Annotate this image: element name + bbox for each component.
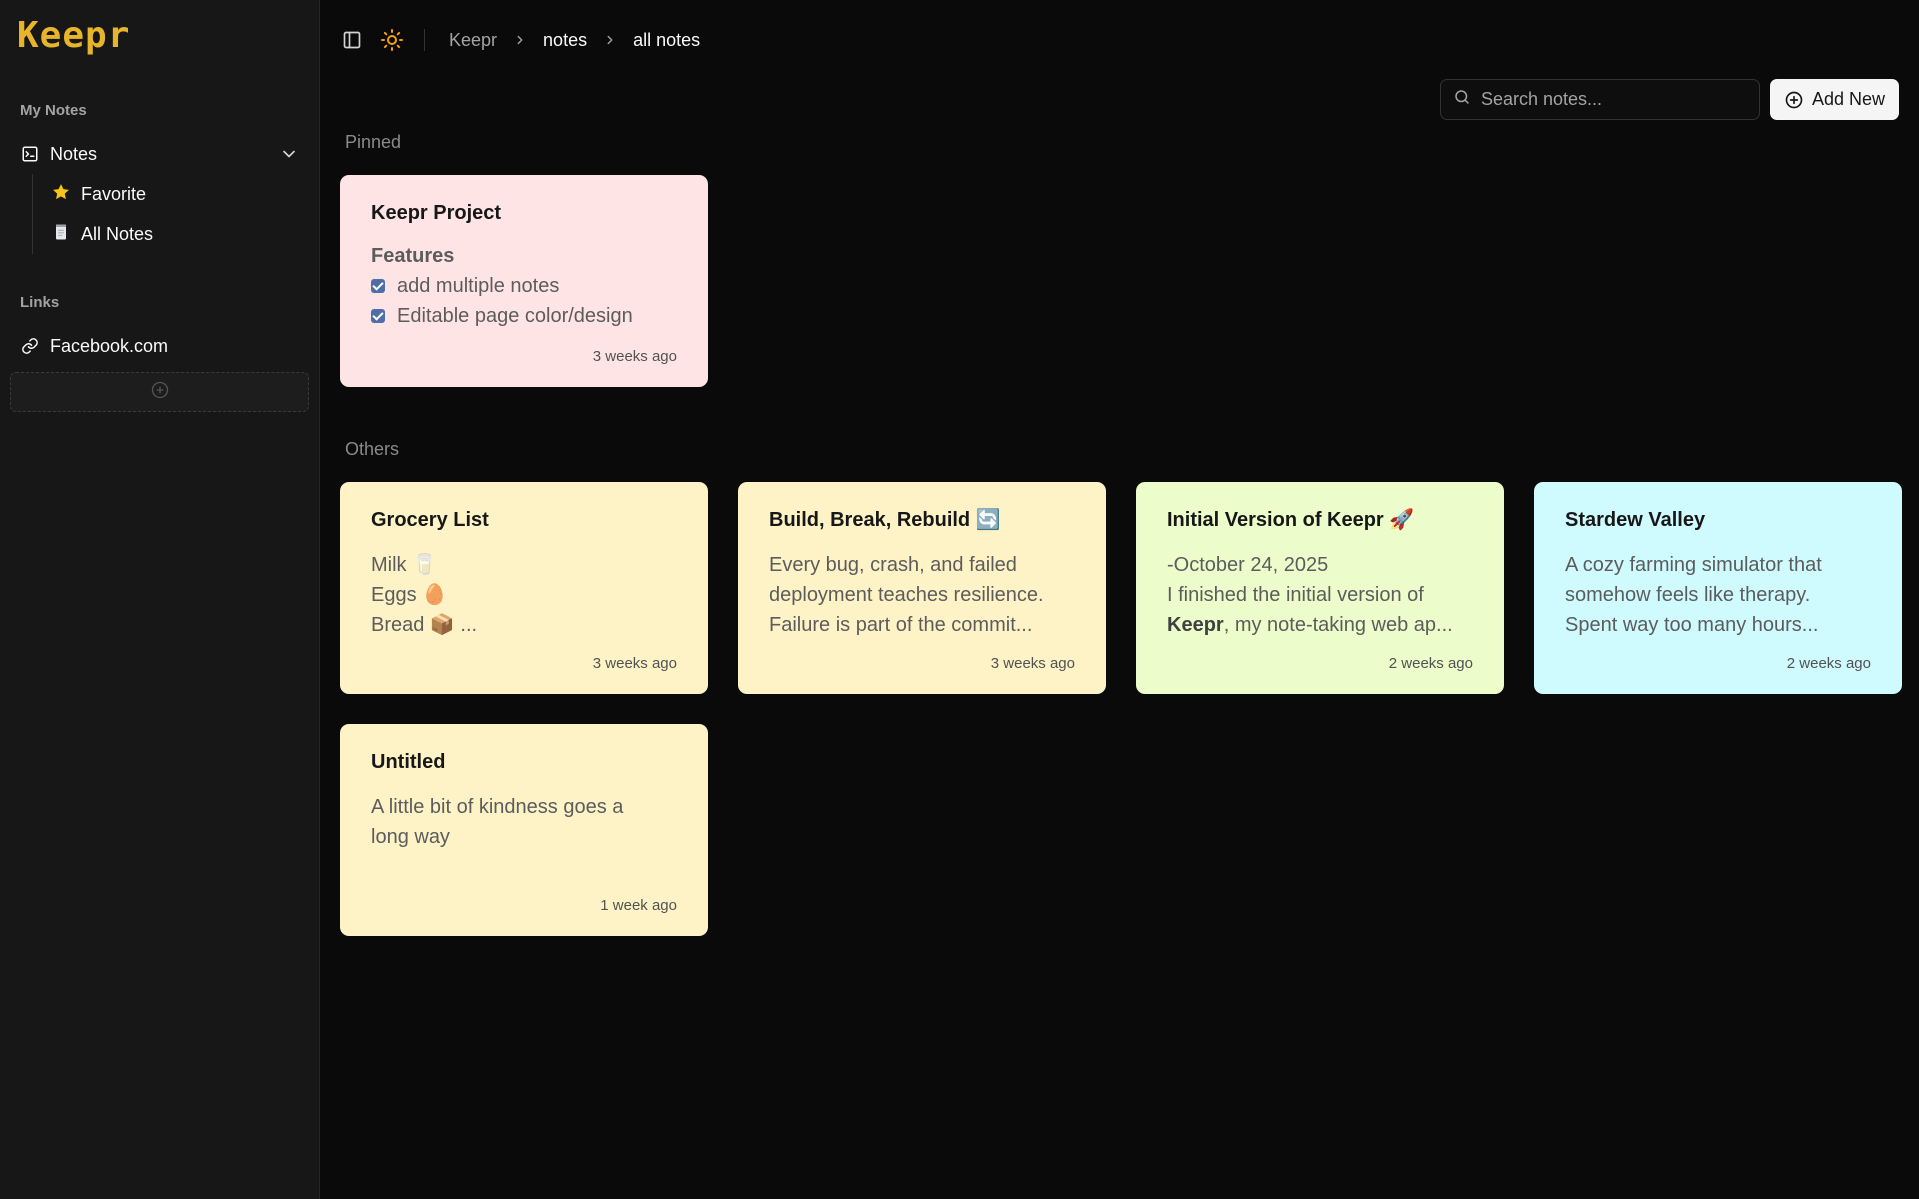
sidebar-toggle-icon[interactable] xyxy=(340,28,364,52)
note-line: Spent way too many hours... xyxy=(1565,614,1819,636)
note-line: Milk 🥛 xyxy=(371,554,438,576)
chevron-right-icon xyxy=(603,33,617,47)
note-card[interactable]: Initial Version of Keepr 🚀 -October 24, … xyxy=(1136,482,1504,694)
chevron-right-icon xyxy=(513,33,527,47)
plus-circle-icon xyxy=(1784,90,1804,110)
note-heading: Features xyxy=(371,245,455,267)
search-icon xyxy=(1453,88,1471,111)
breadcrumb-item-keepr[interactable]: Keepr xyxy=(449,30,497,51)
star-icon xyxy=(51,182,73,207)
checkbox-checked[interactable] xyxy=(371,309,385,323)
app-root: Keepr My Notes Notes Favorite All Notes … xyxy=(0,0,1919,1199)
sun-icon[interactable] xyxy=(380,28,404,52)
note-line: I finished the initial version of xyxy=(1167,584,1424,606)
checklist-item[interactable]: add multiple notes xyxy=(371,271,677,301)
note-line: Bread 📦 ... xyxy=(371,614,478,636)
app-logo[interactable]: Keepr xyxy=(10,14,309,64)
pinned-label: Pinned xyxy=(345,132,402,152)
note-timestamp: 1 week ago xyxy=(600,897,677,914)
search-input[interactable] xyxy=(1480,89,1741,110)
note-title: Keepr Project xyxy=(371,202,502,224)
note-timestamp: 2 weeks ago xyxy=(1786,655,1871,672)
note-title: Stardew Valley xyxy=(1565,509,1706,531)
sidebar-link-facebook[interactable]: Facebook.com xyxy=(10,326,309,366)
note-card[interactable]: Untitled A little bit of kindness goes a… xyxy=(340,724,708,936)
sidebar-item-all-notes-label: All Notes xyxy=(81,223,154,244)
note-card[interactable]: Grocery List Milk 🥛 Eggs 🥚 Bread 📦 ... 3… xyxy=(340,482,708,694)
note-body: Every bug, crash, and failed deployment … xyxy=(769,550,1075,640)
note-title: Build, Break, Rebuild 🔄 xyxy=(769,509,1001,531)
note-bold-text: Keepr xyxy=(1167,614,1224,636)
link-icon xyxy=(20,336,40,356)
note-body: -October 24, 2025 I finished the initial… xyxy=(1167,550,1473,640)
note-body: A cozy farming simulator that somehow fe… xyxy=(1565,550,1871,640)
my-notes-label: My Notes xyxy=(20,102,87,119)
sidebar-item-all-notes[interactable]: All Notes xyxy=(47,214,309,254)
chevron-down-icon[interactable] xyxy=(279,144,299,164)
note-line: A cozy farming simulator that xyxy=(1565,554,1822,576)
note-body: A little bit of kindness goes a long way xyxy=(371,792,677,852)
note-body: Milk 🥛 Eggs 🥚 Bread 📦 ... xyxy=(371,550,677,640)
sidebar-item-favorite[interactable]: Favorite xyxy=(47,174,309,214)
links-label: Links xyxy=(20,294,60,311)
note-timestamp: 2 weeks ago xyxy=(1388,655,1473,672)
plus-circle-icon xyxy=(150,380,170,405)
add-new-label: Add New xyxy=(1811,89,1885,109)
sidebar-item-notes[interactable]: Notes xyxy=(10,134,309,174)
others-label: Others xyxy=(345,439,400,459)
note-line-rest: , my note-taking web ap... xyxy=(1223,614,1453,636)
checklist-text: Editable page color/design xyxy=(397,305,633,327)
note-timestamp: 3 weeks ago xyxy=(592,348,677,365)
sidebar: Keepr My Notes Notes Favorite All Notes … xyxy=(0,0,320,1199)
note-line: Eggs 🥚 xyxy=(371,584,448,606)
note-line: A little bit of kindness goes a xyxy=(371,796,624,818)
toolbar-actions: Add New xyxy=(1439,79,1899,120)
note-body: Features add multiple notes Editable pag… xyxy=(371,241,677,331)
topbar: Keepr notes all notes xyxy=(340,0,1899,80)
note-timestamp: 3 weeks ago xyxy=(592,655,677,672)
note-title: Untitled xyxy=(371,751,446,773)
checkbox-checked[interactable] xyxy=(371,279,385,293)
breadcrumb-item-all-notes: all notes xyxy=(633,29,701,50)
note-card[interactable]: Build, Break, Rebuild 🔄 Every bug, crash… xyxy=(738,482,1106,694)
sidebar-item-favorite-label: Favorite xyxy=(81,183,147,204)
note-title: Initial Version of Keepr 🚀 xyxy=(1167,509,1415,531)
note-timestamp: 3 weeks ago xyxy=(990,655,1075,672)
note-line: Every bug, crash, and failed xyxy=(769,554,1017,576)
notepad-icon xyxy=(51,222,73,247)
note-line: deployment teaches resilience. xyxy=(769,584,1044,606)
note-card[interactable]: Stardew Valley A cozy farming simulator … xyxy=(1534,482,1902,694)
note-title: Grocery List xyxy=(371,509,489,531)
add-link-button[interactable] xyxy=(10,372,309,412)
search-box[interactable] xyxy=(1439,79,1760,120)
note-line: Keepr, my note-taking web ap... xyxy=(1167,610,1473,640)
checklist-item[interactable]: Editable page color/design xyxy=(371,301,677,331)
note-line: long way xyxy=(371,826,450,848)
sidebar-link-label: Facebook.com xyxy=(50,335,169,356)
note-line: -October 24, 2025 xyxy=(1167,554,1329,576)
note-card[interactable]: Keepr Project Features add multiple note… xyxy=(340,175,708,387)
terminal-square-icon xyxy=(20,144,40,164)
notes-submenu: Favorite All Notes xyxy=(32,174,309,254)
add-new-button[interactable]: Add New xyxy=(1769,79,1899,120)
note-line: Failure is part of the commit... xyxy=(769,614,1033,636)
breadcrumb-item-notes[interactable]: notes xyxy=(543,30,587,51)
breadcrumb: Keepr notes all notes xyxy=(449,30,700,51)
note-line: somehow feels like therapy. xyxy=(1565,584,1811,606)
main-content: Keepr notes all notes Search notes... Ad… xyxy=(320,0,1919,1199)
checklist-text: add multiple notes xyxy=(397,275,560,297)
topbar-divider xyxy=(424,29,425,51)
sidebar-item-notes-label: Notes xyxy=(50,143,98,164)
